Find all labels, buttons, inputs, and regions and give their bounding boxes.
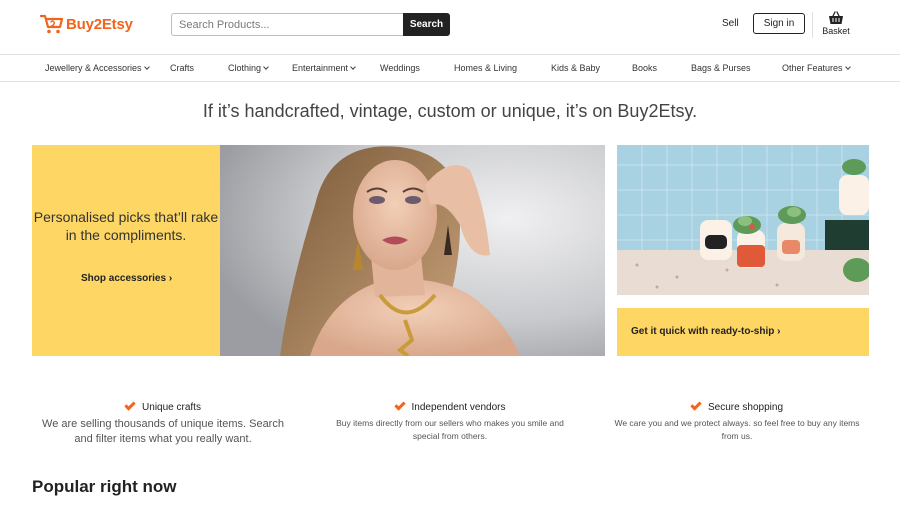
ready-to-ship-banner: Get it quick with ready-to-ship › <box>617 308 869 356</box>
feature-title: Independent vendors <box>411 402 506 413</box>
category-crafts[interactable]: Crafts <box>170 63 194 73</box>
header-divider <box>812 12 813 38</box>
feature-description: We care you and we protect always. so fe… <box>614 418 860 441</box>
promo-text: Personalised picks that’ll rake in the c… <box>33 209 219 243</box>
category-books[interactable]: Books <box>632 63 657 73</box>
chevron-down-icon <box>844 64 851 70</box>
feature-title: Unique crafts <box>142 402 201 413</box>
category-homes-living[interactable]: Homes & Living <box>454 63 517 73</box>
popular-heading: Popular right now <box>32 477 177 496</box>
feature-independent-vendors: Independent vendors Buy items directly f… <box>322 398 578 443</box>
shop-accessories-link[interactable]: Shop accessories › <box>81 273 172 284</box>
basket-icon <box>829 11 843 24</box>
check-icon <box>124 398 136 411</box>
category-clothing[interactable]: Clothing <box>228 63 269 73</box>
feature-secure-shopping: Secure shopping We care you and we prote… <box>606 398 868 443</box>
feature-description: We are selling thousands of unique items… <box>42 418 284 445</box>
sell-link[interactable]: Sell <box>722 18 739 29</box>
category-weddings[interactable]: Weddings <box>380 63 420 73</box>
chevron-down-icon <box>350 64 356 70</box>
page-tagline: If it’s handcrafted, vintage, custom or … <box>202 101 698 121</box>
cart-logo-icon <box>40 14 64 34</box>
check-icon <box>690 398 702 411</box>
feature-unique-crafts: Unique crafts We are selling thousands o… <box>32 398 294 447</box>
ready-to-ship-link[interactable]: Get it quick with ready-to-ship › <box>631 326 780 337</box>
feature-description: Buy items directly from our sellers who … <box>336 418 564 441</box>
accessories-promo-panel: Personalised picks that’ll rake in the c… <box>32 145 220 356</box>
sign-in-button[interactable]: Sign in <box>753 13 805 34</box>
site-header: Buy2Etsy Search Sell Sign in Basket <box>0 0 900 55</box>
category-bags-purses[interactable]: Bags & Purses <box>691 63 751 73</box>
category-kids-baby[interactable]: Kids & Baby <box>551 63 600 73</box>
category-jewellery-accessories[interactable]: Jewellery & Accessories <box>45 63 150 73</box>
brand-name: Buy2Etsy <box>66 15 133 33</box>
chevron-down-icon <box>143 64 150 70</box>
chevron-down-icon <box>263 64 269 70</box>
brand-logo[interactable]: Buy2Etsy <box>40 13 133 35</box>
search-button[interactable]: Search <box>403 13 450 36</box>
check-icon <box>393 398 406 411</box>
category-other-features[interactable]: Other Features <box>782 63 851 73</box>
search-input[interactable] <box>171 13 403 36</box>
hero-model-image[interactable] <box>220 145 605 356</box>
basket-button[interactable]: Basket <box>820 11 852 36</box>
category-nav: Jewellery & Accessories Crafts Clothing … <box>0 56 900 82</box>
feature-title: Secure shopping <box>707 402 784 413</box>
category-entertainment[interactable]: Entertainment <box>292 63 356 73</box>
basket-label: Basket <box>822 26 850 36</box>
succulent-planters-image[interactable] <box>617 145 869 295</box>
